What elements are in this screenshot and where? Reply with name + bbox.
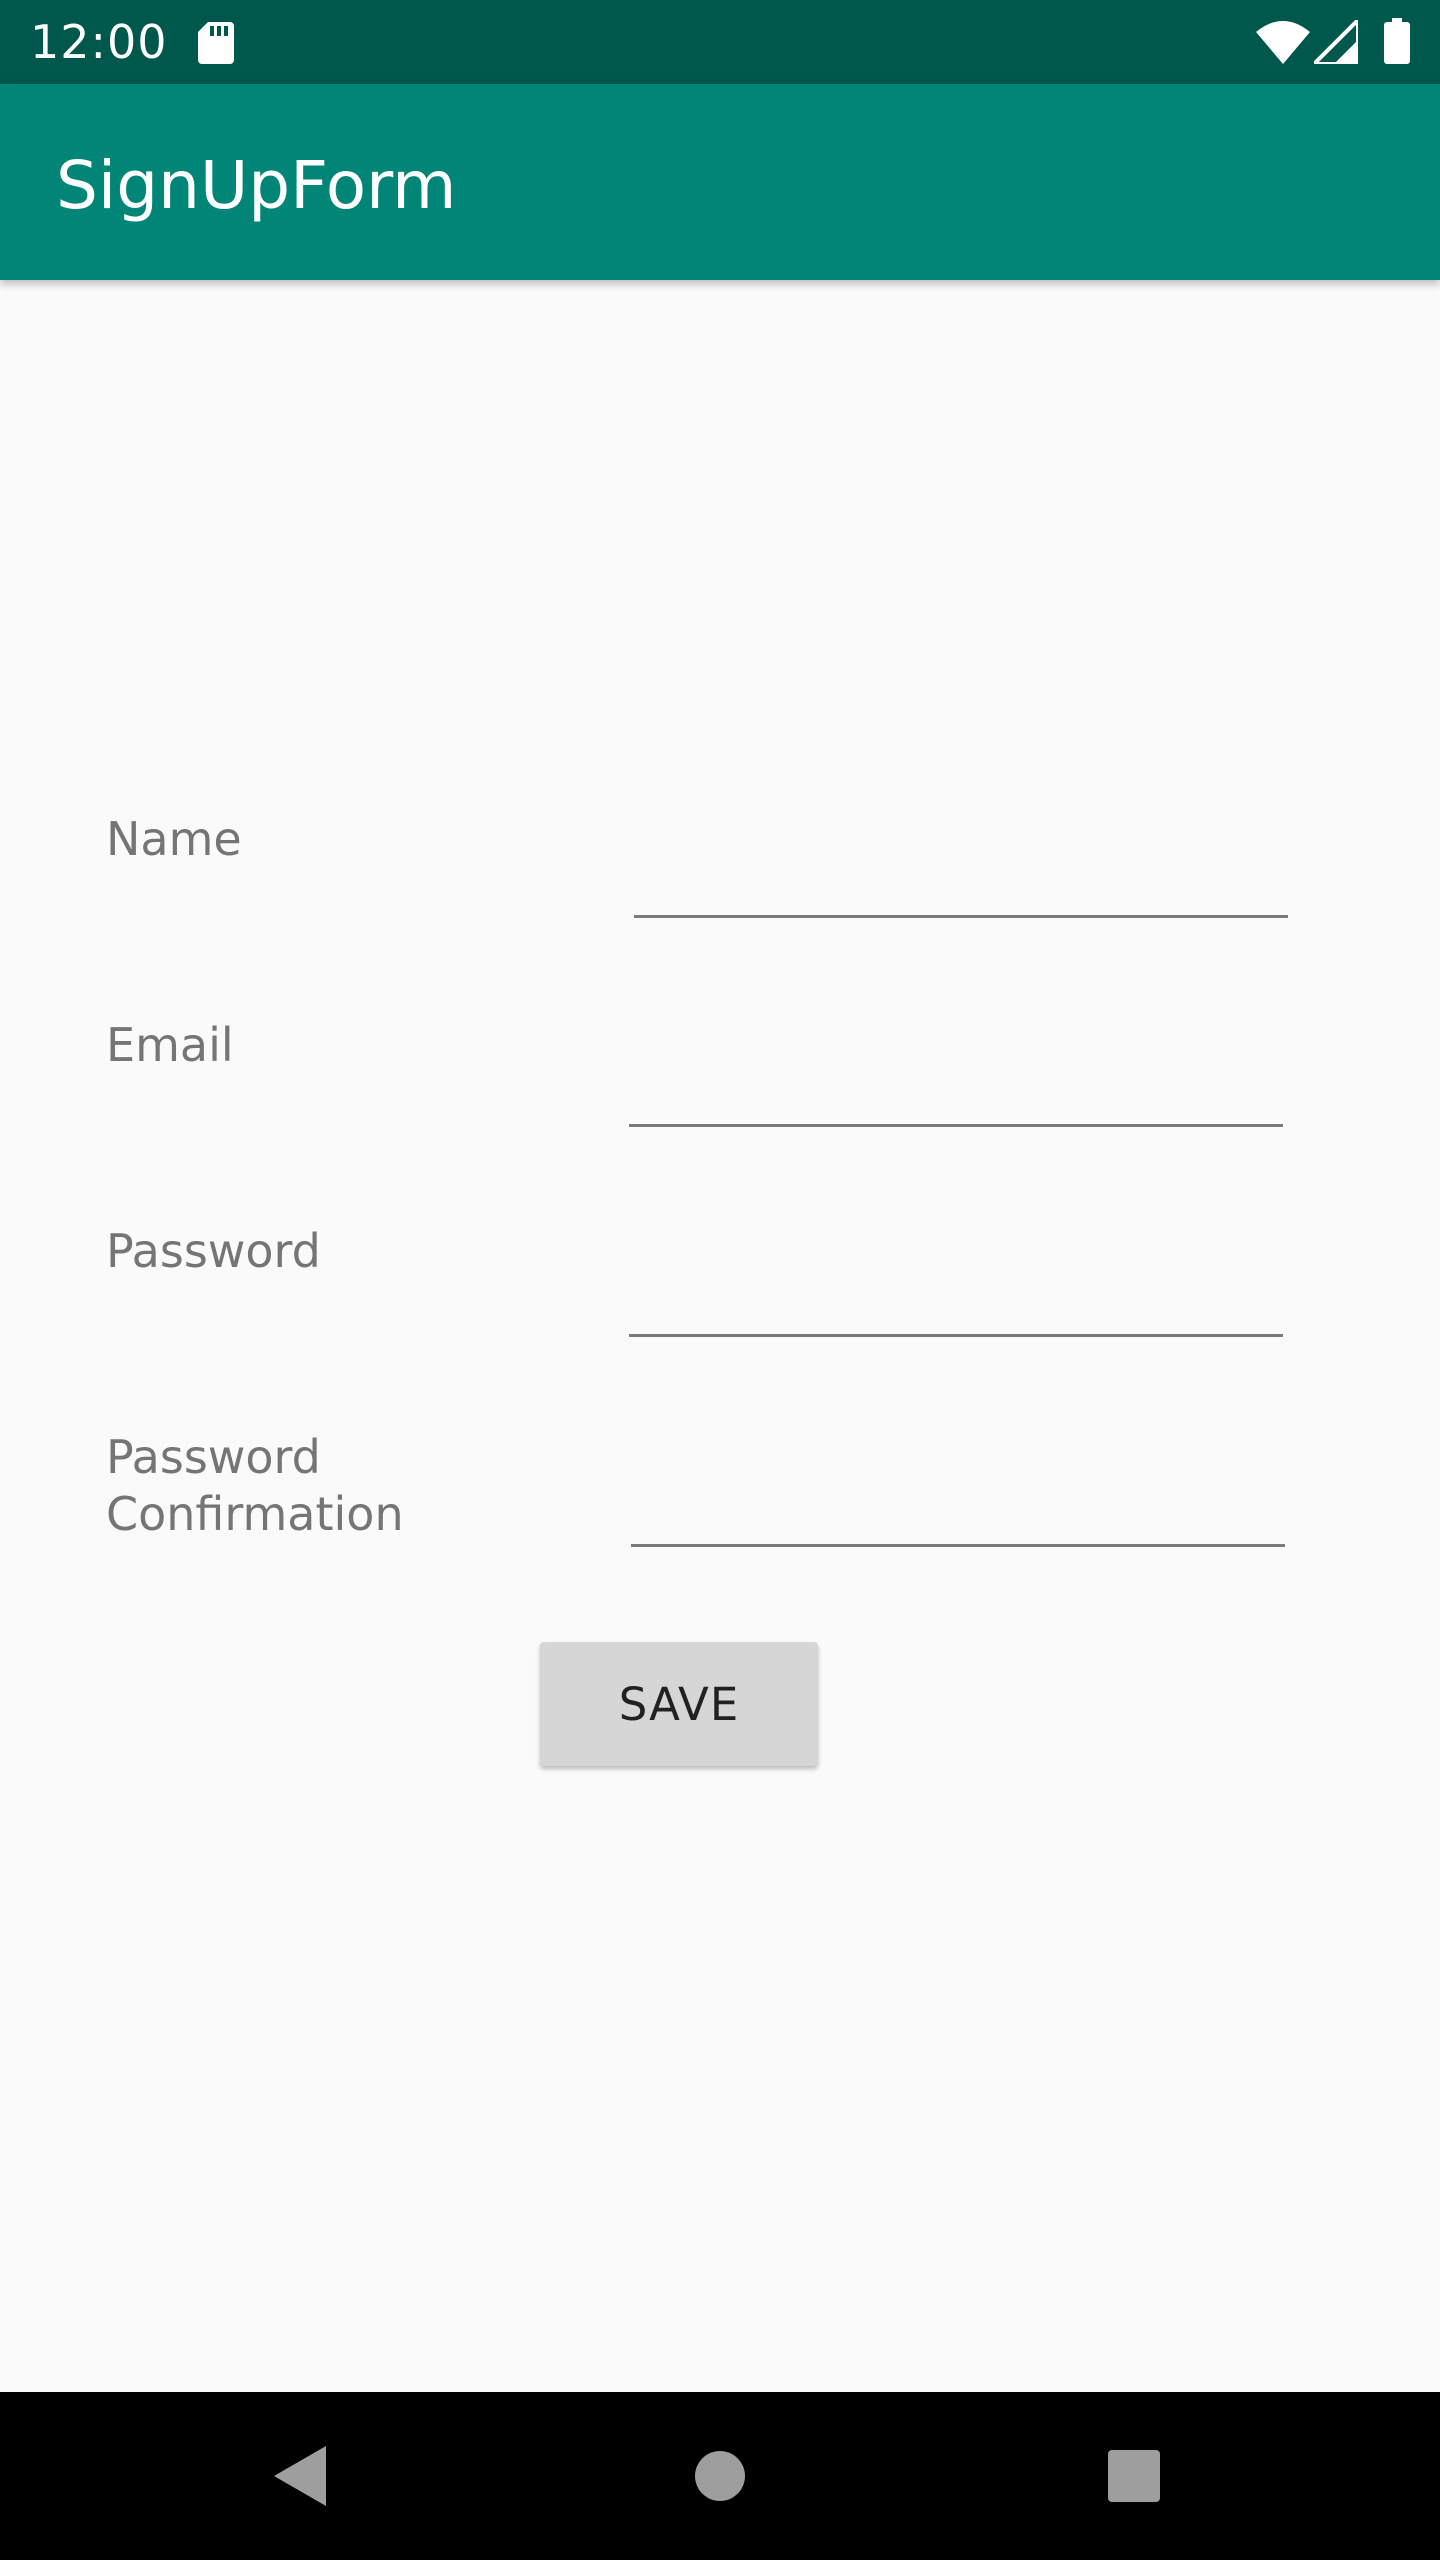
app-bar: SignUpForm (0, 84, 1440, 280)
app-title: SignUpForm (56, 147, 457, 224)
email-field[interactable] (629, 1057, 1283, 1127)
status-time: 12:00 (30, 15, 168, 69)
status-bar: 12:00 (0, 0, 1440, 84)
password-confirmation-label-line2: Confirmation (106, 1487, 404, 1541)
name-field[interactable] (634, 848, 1288, 918)
password-confirmation-label-line1: Password (106, 1430, 321, 1484)
cell-signal-icon (1314, 20, 1358, 64)
battery-icon (1384, 18, 1410, 64)
sd-card-icon (198, 22, 234, 64)
password-confirmation-field[interactable] (631, 1477, 1285, 1547)
wifi-icon (1256, 21, 1310, 64)
navigation-bar (0, 2392, 1440, 2560)
email-label: Email (106, 1018, 234, 1072)
save-button[interactable]: SAVE (540, 1642, 818, 1766)
recents-icon[interactable] (1108, 2450, 1160, 2502)
name-label: Name (106, 812, 242, 866)
back-icon[interactable] (272, 2444, 328, 2508)
home-icon[interactable] (694, 2450, 746, 2502)
password-confirmation-label: Password Confirmation (106, 1429, 404, 1543)
password-field[interactable] (629, 1267, 1283, 1337)
password-label: Password (106, 1224, 321, 1278)
